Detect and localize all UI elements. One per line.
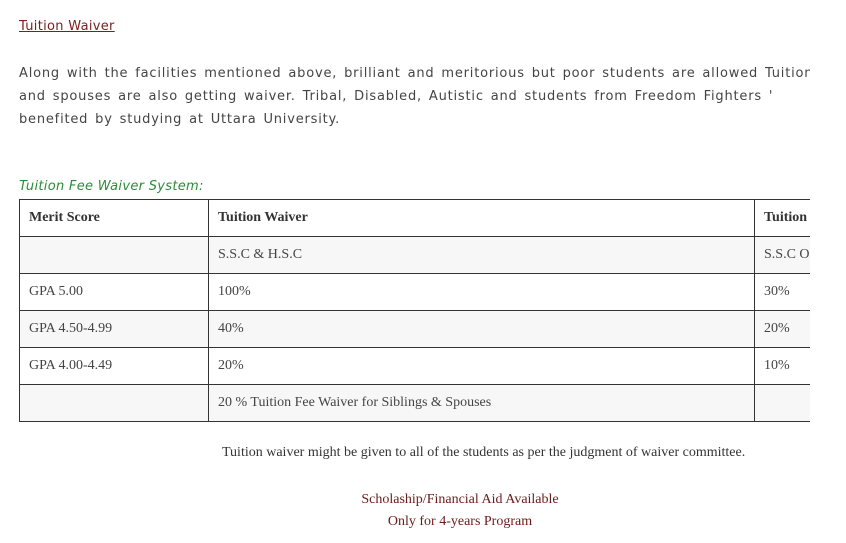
waiver-system-heading: Tuition Fee Waiver System:: [19, 179, 204, 194]
header-cell-tuition-waiver: Tuition Waiver: [208, 199, 755, 237]
content-area: Tuition Waiver Along with the facilities…: [0, 0, 810, 543]
table-row: GPA 4.50-4.99 40% 20%: [19, 310, 810, 348]
waiver-committee-note: Tuition waiver might be given to all of …: [222, 445, 746, 460]
financial-aid-line: Scholaship/Financial Aid Available: [361, 492, 559, 507]
table-cell: S.S.C O: [754, 236, 810, 274]
table-cell: 20%: [208, 347, 755, 385]
table-cell: [19, 384, 209, 422]
intro-line: benefited by studying at Uttara Universi…: [19, 112, 341, 127]
table-row: GPA 5.00 100% 30%: [19, 273, 810, 311]
table-cell: [754, 384, 810, 422]
table-row: GPA 4.00-4.49 20% 10%: [19, 347, 810, 385]
intro-line: and spouses are also getting waiver. Tri…: [19, 89, 774, 104]
program-line: Only for 4-years Program: [387, 514, 533, 529]
table-cell: 20%: [754, 310, 810, 348]
intro-paragraph: Along with the facilities mentioned abov…: [19, 63, 810, 132]
table-cell: 20 % Tuition Fee Waiver for Siblings & S…: [208, 384, 755, 422]
header-cell-tuition: Tuition: [754, 199, 810, 237]
header-cell-merit-score: Merit Score: [19, 199, 209, 237]
financial-aid-notice: Scholaship/Financial Aid Available Only …: [330, 489, 590, 533]
table-cell: GPA 4.50-4.99: [19, 310, 209, 348]
section-title[interactable]: Tuition Waiver: [19, 19, 115, 34]
table-cell: [19, 236, 209, 274]
table-cell: S.S.C & H.S.C: [208, 236, 755, 274]
table-cell: GPA 5.00: [19, 273, 209, 311]
table-row: S.S.C & H.S.C S.S.C O: [19, 236, 810, 274]
intro-line: Along with the facilities mentioned abov…: [19, 66, 810, 81]
table-cell: 30%: [754, 273, 810, 311]
table-cell: 100%: [208, 273, 755, 311]
table-cell: 10%: [754, 347, 810, 385]
table-cell: 40%: [208, 310, 755, 348]
waiver-table: Merit Score Tuition Waiver Tuition S.S.C…: [19, 199, 810, 422]
table-header-row: Merit Score Tuition Waiver Tuition: [19, 199, 810, 237]
table-cell: GPA 4.00-4.49: [19, 347, 209, 385]
table-row: 20 % Tuition Fee Waiver for Siblings & S…: [19, 384, 810, 422]
